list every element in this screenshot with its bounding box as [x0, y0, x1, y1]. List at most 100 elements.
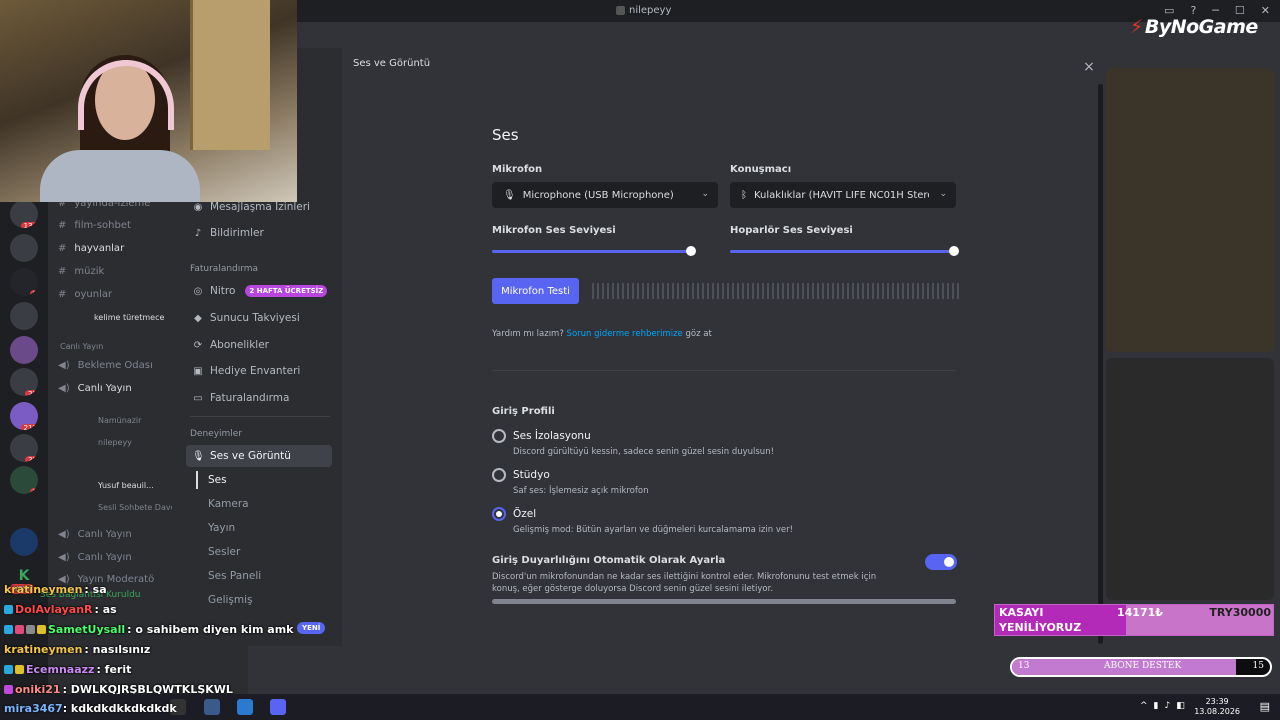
sub-item-camera[interactable]: Kamera: [208, 498, 249, 510]
speaker-volume-slider[interactable]: [730, 250, 954, 253]
meter-bar: [622, 283, 624, 299]
sub-item-voice[interactable]: Ses: [208, 474, 227, 486]
sidebar-item-nitro[interactable]: ◎ Nitro 2 HAFTA ÜCRETSİZ: [186, 280, 332, 302]
discord-taskbar-icon[interactable]: [270, 699, 286, 715]
sidebar-item-notifications[interactable]: ♪ Bildirimler: [186, 222, 332, 244]
video-tile[interactable]: [1106, 68, 1274, 352]
server-item[interactable]: 212: [10, 402, 38, 430]
server-item[interactable]: 134: [10, 200, 38, 228]
voice-channel[interactable]: ◀) Canlı Yayın: [58, 383, 132, 394]
meter-bar: [797, 283, 799, 299]
meter-bar: [842, 283, 844, 299]
subscriber-current: 13: [1018, 661, 1030, 671]
meter-bar: [657, 283, 659, 299]
troubleshoot-link[interactable]: Sorun giderme rehberimize: [567, 329, 683, 339]
server-item[interactable]: 29: [10, 368, 38, 396]
meter-bar: [917, 283, 919, 299]
close-icon[interactable]: ×: [1080, 58, 1098, 76]
section-divider: [492, 370, 956, 371]
speaker-volume-knob[interactable]: [949, 246, 959, 256]
video-tile[interactable]: [1106, 358, 1274, 600]
meter-bar: [647, 283, 649, 299]
server-item[interactable]: 8: [10, 466, 38, 494]
voice-user[interactable]: Yusuf beauil...: [98, 481, 154, 490]
auto-sensitivity-toggle[interactable]: [925, 554, 957, 570]
speaker-select-value: Kulaklıklar (HAVIT LIFE NC01H Stereo: [754, 189, 929, 201]
server-item[interactable]: [10, 302, 38, 330]
sub-item-soundboard[interactable]: Ses Paneli: [208, 570, 261, 582]
subscriber-goal: 13 ABONE DESTEK 15: [1010, 657, 1272, 677]
channel-item[interactable]: # hayvanlar: [58, 243, 124, 254]
meter-bar: [812, 283, 814, 299]
mic-volume-slider[interactable]: [492, 250, 692, 253]
meter-bar: [747, 283, 749, 299]
taskbar-app-icon[interactable]: [237, 699, 253, 715]
section-title-voice: Ses: [492, 126, 519, 144]
window-close-icon[interactable]: ✕: [1261, 4, 1270, 17]
mic-select[interactable]: 🎙 Microphone (USB Microphone) ⌄: [492, 182, 718, 208]
meter-bar: [837, 283, 839, 299]
sidebar-item-subscriptions[interactable]: ⟳ Abonelikler: [186, 334, 332, 356]
sidebar-item-server-boost[interactable]: ◆ Sunucu Takviyesi: [186, 307, 332, 329]
window-title: nilepeyy: [629, 5, 672, 16]
meter-bar: [782, 283, 784, 299]
chat-bubble-icon: ◉: [193, 201, 203, 213]
server-item[interactable]: [10, 528, 38, 556]
new-badge: YENİ: [297, 622, 326, 634]
meter-bar: [687, 283, 689, 299]
server-badge: 29: [25, 390, 38, 396]
taskbar-app-icon[interactable]: [204, 699, 220, 715]
option-desc: Gelişmiş mod: Bütün ayarları ve düğmeler…: [513, 525, 794, 535]
voice-user[interactable]: Namünazir: [98, 416, 141, 425]
meter-bar: [882, 283, 884, 299]
mic-test-button[interactable]: Mikrofon Testi: [492, 278, 579, 304]
notification-icon[interactable]: ▤: [1260, 700, 1270, 713]
radio-studio[interactable]: [492, 468, 506, 482]
taskbar-clock[interactable]: 23:39 13.08.2026: [1194, 697, 1240, 717]
meter-bar: [947, 283, 949, 299]
server-badge: 8: [29, 488, 38, 494]
meter-bar: [597, 283, 599, 299]
voice-user[interactable]: nilepeyy: [98, 438, 132, 447]
channel-item[interactable]: # müzik: [58, 266, 104, 277]
sub-item-advanced[interactable]: Gelişmiş: [208, 594, 253, 606]
sidebar-item-billing[interactable]: ▭ Faturalandırma: [186, 387, 332, 409]
mic-volume-knob[interactable]: [686, 246, 697, 256]
meter-bar: [762, 283, 764, 299]
nitro-icon: ◎: [193, 285, 203, 297]
server-badge: 212: [20, 424, 38, 430]
meter-bar: [732, 283, 734, 299]
server-item[interactable]: [10, 234, 38, 262]
channel-item[interactable]: kelime türetmece: [94, 313, 164, 322]
server-badge: 134: [20, 222, 38, 228]
sub-item-stream[interactable]: Yayın: [208, 522, 235, 534]
server-item[interactable]: [10, 336, 38, 364]
server-item[interactable]: 29: [10, 434, 38, 462]
channel-item[interactable]: # film-sohbet: [58, 220, 131, 231]
meter-bar: [767, 283, 769, 299]
sub-item-sounds[interactable]: Sesler: [208, 546, 240, 558]
gift-icon: ▣: [193, 365, 203, 377]
radio-voice-isolation[interactable]: [492, 429, 506, 443]
voice-channel[interactable]: ◀) Canlı Yayın: [58, 529, 132, 540]
sidebar-item-gift-inventory[interactable]: ▣ Hediye Envanteri: [186, 360, 332, 382]
channel-category[interactable]: Canlı Yayın: [60, 342, 103, 351]
speaker-select[interactable]: ᛒ Kulaklıklar (HAVIT LIFE NC01H Stereo ⌄: [730, 182, 956, 208]
modal-header-title: Ses ve Görüntü: [353, 58, 431, 69]
scrollbar-thumb[interactable]: [1098, 84, 1103, 204]
option-title: Özel: [513, 508, 537, 520]
server-item[interactable]: 8: [10, 268, 38, 296]
radio-custom[interactable]: [492, 507, 506, 521]
meter-bar: [897, 283, 899, 299]
tray-icons[interactable]: ^▮♪◧: [1140, 701, 1191, 711]
channel-item[interactable]: # oyunlar: [58, 289, 112, 300]
voice-channel[interactable]: ◀) Canlı Yayın: [58, 552, 132, 563]
chat-message: SametUysall: o sahibem diyen kim amk: [4, 623, 293, 636]
voice-channel[interactable]: ◀) Bekleme Odası: [58, 360, 153, 371]
mic-select-value: Microphone (USB Microphone): [522, 189, 674, 201]
auto-sensitivity-desc: Discord'un mikrofonundan ne kadar ses il…: [492, 572, 877, 582]
meter-bar: [752, 283, 754, 299]
window-title-group: nilepeyy: [616, 5, 671, 16]
sidebar-item-voice-video[interactable]: 🎙 Ses ve Görüntü: [186, 445, 332, 467]
streamer-webcam: [0, 0, 297, 202]
